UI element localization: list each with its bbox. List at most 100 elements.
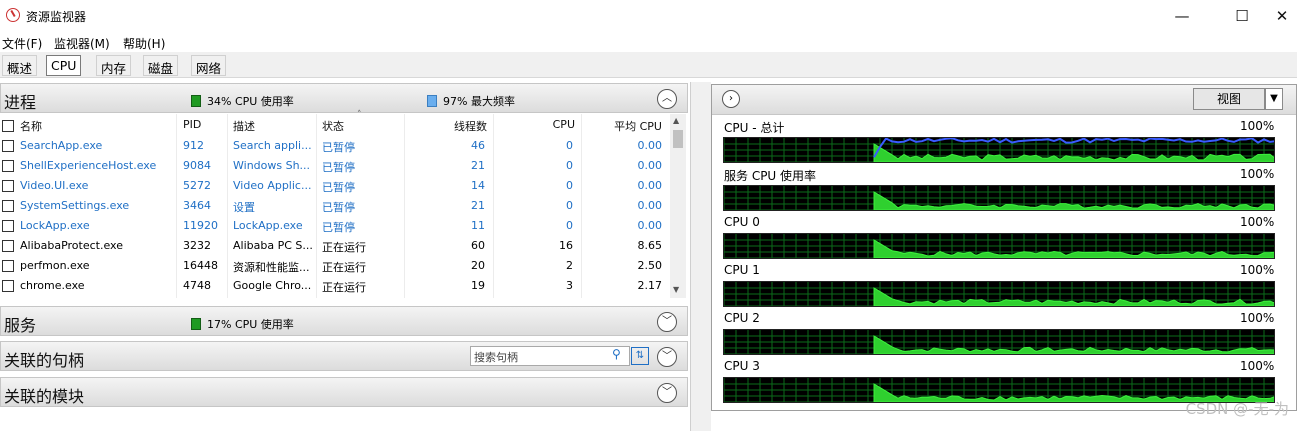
collapse-processes-button[interactable]: ︿ bbox=[657, 89, 677, 109]
table-row[interactable]: SystemSettings.exe 3464 设置 已暂停 21 0 0.00 bbox=[0, 196, 670, 216]
processes-table: 名称 PID 描述 状态 ˄ 线程数 CPU 平均 CPU SearchApp.… bbox=[0, 110, 670, 298]
header-status[interactable]: 状态 bbox=[322, 118, 344, 138]
graph-max-label: 100% bbox=[1240, 359, 1275, 373]
process-cpu: 0 bbox=[566, 139, 573, 152]
select-all-checkbox[interactable] bbox=[2, 120, 14, 132]
handles-search-input[interactable]: 搜索句柄 bbox=[470, 346, 630, 366]
graph-max-label: 100% bbox=[1240, 215, 1275, 229]
sort-arrow-icon: ˄ bbox=[357, 110, 362, 120]
process-pid: 4748 bbox=[183, 279, 211, 292]
collapse-graphs-button[interactable]: › bbox=[722, 90, 740, 108]
handles-header[interactable]: 关联的句柄 搜索句柄 ⚲ ⇅ ﹀ bbox=[0, 341, 688, 371]
expand-modules-button[interactable]: ﹀ bbox=[657, 383, 677, 403]
processes-header[interactable]: 进程 34% CPU 使用率 97% 最大频率 ︿ bbox=[0, 83, 688, 113]
process-cpu: 0 bbox=[566, 199, 573, 212]
table-row[interactable]: chrome.exe 4748 Google Chro... 正在运行 19 3 2.17 bbox=[0, 276, 670, 296]
row-checkbox[interactable] bbox=[2, 200, 14, 212]
process-status: 正在运行 bbox=[322, 261, 366, 274]
resource-monitor-icon bbox=[6, 8, 20, 22]
processes-cpu-usage: 34% CPU 使用率 bbox=[207, 95, 294, 108]
header-threads[interactable]: 线程数 bbox=[404, 118, 487, 138]
tab-disk[interactable]: 磁盘 bbox=[143, 55, 179, 76]
services-header[interactable]: 服务 17% CPU 使用率 ﹀ bbox=[0, 306, 688, 336]
table-row[interactable]: SearchApp.exe 912 Search appli... 已暂停 46 0 0.0… bbox=[0, 136, 670, 156]
handles-title: 关联的句柄 bbox=[4, 351, 85, 370]
process-threads: 21 bbox=[471, 199, 485, 212]
process-threads: 46 bbox=[471, 139, 485, 152]
graph-label: CPU 3 bbox=[724, 359, 760, 373]
header-description[interactable]: 描述 bbox=[233, 118, 255, 138]
services-title: 服务 bbox=[4, 316, 37, 335]
table-row[interactable]: AlibabaProtect.exe 3232 Alibaba PC S... 正在运… bbox=[0, 236, 670, 256]
refresh-icon[interactable]: ⇅ bbox=[631, 347, 649, 365]
tab-cpu[interactable]: CPU bbox=[46, 55, 82, 76]
scroll-thumb[interactable] bbox=[673, 130, 683, 148]
processes-cpu-indicator: 34% CPU 使用率 bbox=[191, 93, 294, 109]
close-button[interactable]: ✕ bbox=[1259, 0, 1297, 32]
process-avg-cpu: 0.00 bbox=[637, 199, 663, 212]
expand-handles-button[interactable]: ﹀ bbox=[657, 347, 677, 367]
process-threads: 14 bbox=[471, 179, 485, 192]
table-row[interactable]: ShellExperienceHost.exe 9084 Windows Sh...… bbox=[0, 156, 670, 176]
header-pid[interactable]: PID bbox=[183, 118, 201, 138]
cpu-graph bbox=[723, 137, 1277, 164]
table-row[interactable]: Video.UI.exe 5272 Video Applic... 已暂停 14 0 0.0… bbox=[0, 176, 670, 196]
cpu-graph bbox=[723, 185, 1277, 212]
table-row[interactable]: perfmon.exe 16448 资源和性能监... 正在运行 20 2 2.50 bbox=[0, 256, 670, 276]
process-description: 设置 bbox=[233, 201, 255, 214]
processes-title: 进程 bbox=[4, 93, 37, 112]
process-description: Search appli... bbox=[233, 139, 312, 152]
process-pid: 9084 bbox=[183, 159, 211, 172]
scroll-down-icon[interactable]: ▼ bbox=[673, 285, 679, 294]
menu-monitor[interactable]: 监视器(M) bbox=[54, 35, 110, 52]
process-threads: 21 bbox=[471, 159, 485, 172]
modules-header[interactable]: 关联的模块 ﹀ bbox=[0, 377, 688, 407]
process-avg-cpu: 2.50 bbox=[637, 259, 663, 272]
view-dropdown-icon[interactable]: ▼ bbox=[1265, 88, 1283, 110]
menu-file[interactable]: 文件(F) bbox=[2, 35, 42, 52]
graph-label: CPU 0 bbox=[724, 215, 760, 229]
header-name[interactable]: 名称 bbox=[20, 118, 42, 138]
row-checkbox[interactable] bbox=[2, 140, 14, 152]
expand-services-button[interactable]: ﹀ bbox=[657, 312, 677, 332]
pane-splitter[interactable] bbox=[690, 82, 711, 431]
process-status: 正在运行 bbox=[322, 281, 366, 294]
view-button[interactable]: 视图 bbox=[1193, 88, 1265, 110]
row-checkbox[interactable] bbox=[2, 240, 14, 252]
graph-label: CPU 2 bbox=[724, 311, 760, 325]
process-avg-cpu: 8.65 bbox=[637, 239, 663, 252]
row-checkbox[interactable] bbox=[2, 160, 14, 172]
services-cpu-usage: 17% CPU 使用率 bbox=[207, 318, 294, 331]
process-cpu: 16 bbox=[559, 239, 573, 252]
header-cpu[interactable]: CPU bbox=[493, 118, 575, 138]
tab-memory[interactable]: 内存 bbox=[96, 55, 132, 76]
header-avg-cpu[interactable]: 平均 CPU bbox=[581, 118, 662, 138]
processes-scrollbar[interactable]: ▲ ▼ bbox=[670, 114, 686, 298]
process-name: LockApp.exe bbox=[20, 219, 90, 232]
table-row[interactable]: LockApp.exe 11920 LockApp.exe 已暂停 11 0 0.00 bbox=[0, 216, 670, 236]
tab-network[interactable]: 网络 bbox=[191, 55, 227, 76]
process-name: perfmon.exe bbox=[20, 259, 90, 272]
max-frequency-text: 97% 最大频率 bbox=[443, 95, 515, 108]
process-description: Google Chro... bbox=[233, 279, 312, 292]
cpu-graph bbox=[723, 281, 1277, 308]
row-checkbox[interactable] bbox=[2, 220, 14, 232]
process-name: chrome.exe bbox=[20, 279, 85, 292]
process-pid: 3232 bbox=[183, 239, 211, 252]
row-checkbox[interactable] bbox=[2, 280, 14, 292]
search-icon[interactable]: ⚲ bbox=[612, 347, 621, 361]
row-checkbox[interactable] bbox=[2, 180, 14, 192]
process-avg-cpu: 0.00 bbox=[637, 139, 663, 152]
window-title: 资源监视器 bbox=[26, 10, 87, 24]
menu-help[interactable]: 帮助(H) bbox=[123, 35, 165, 52]
title-bar: 资源监视器 — ☐ ✕ bbox=[0, 0, 1297, 32]
row-checkbox[interactable] bbox=[2, 260, 14, 272]
graph-max-label: 100% bbox=[1240, 263, 1275, 277]
minimize-button[interactable]: — bbox=[1159, 0, 1205, 32]
process-description: LockApp.exe bbox=[233, 219, 303, 232]
scroll-up-icon[interactable]: ▲ bbox=[673, 116, 679, 125]
tab-overview[interactable]: 概述 bbox=[2, 55, 38, 76]
process-status: 正在运行 bbox=[322, 241, 366, 254]
process-description: 资源和性能监... bbox=[233, 261, 310, 274]
process-cpu: 0 bbox=[566, 159, 573, 172]
